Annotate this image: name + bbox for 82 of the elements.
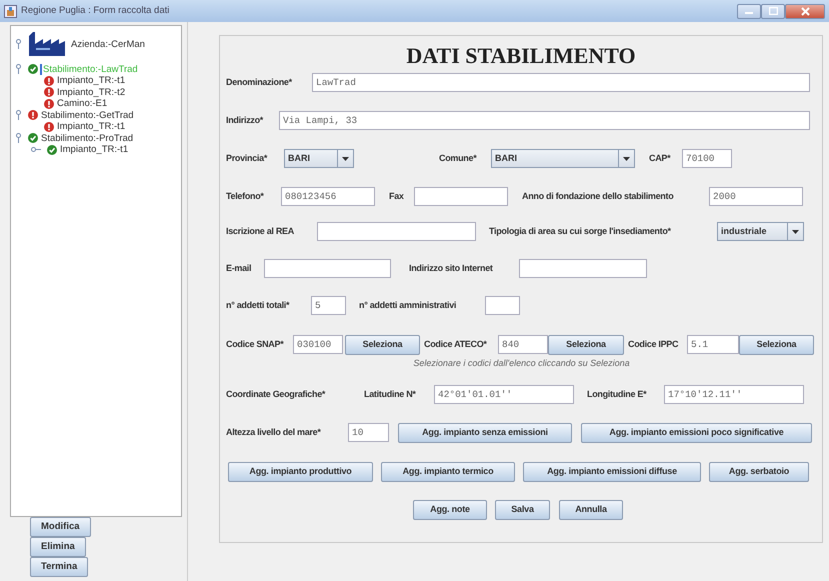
app-icon [4,4,17,18]
field-label: Codice IPPC [628,338,680,351]
field-label: Latitudine N* [364,388,417,401]
button[interactable]: Agg. impianto termico [381,462,515,482]
field-label: Comune* [439,152,478,165]
close-icon [800,6,810,16]
side-button[interactable]: Termina [30,557,88,577]
tree-item[interactable]: Stabilimento:-GetTrad [40,110,135,120]
input-field[interactable]: 5.1 [687,335,739,354]
tree-item[interactable]: Impianto_TR:-t1 [56,121,126,132]
input-field[interactable] [485,296,520,315]
button[interactable]: Agg. serbatoio [709,462,809,482]
close-button[interactable] [785,4,825,18]
tree-handle-icon[interactable] [15,110,22,120]
button[interactable]: Agg. impianto emissioni diffuse [523,462,701,482]
button[interactable]: Agg. impianto senza emissioni [398,422,572,442]
tree-handle-icon[interactable] [15,133,22,143]
input-field[interactable] [414,187,508,206]
field-label: Indirizzo sito Internet [409,262,494,275]
button[interactable]: Annulla [559,500,623,520]
maximize-button[interactable] [761,4,785,18]
tree-item[interactable]: Impianto_TR:-t2 [56,86,126,98]
input-field[interactable]: 030100 [293,335,343,354]
input-field[interactable]: 10 [348,423,389,442]
caret-icon [792,230,799,234]
input-field[interactable]: 080123456 [281,187,375,206]
tree-item[interactable]: Azienda:-CerMan [70,38,146,50]
button[interactable]: Agg. note [413,500,487,520]
side-button[interactable]: Elimina [30,537,86,557]
dropdown[interactable]: BARI [491,149,635,168]
input-field[interactable]: 17°10'12.11'' [664,385,804,404]
field-label: n° addetti amministrativi [359,298,458,312]
button[interactable]: Salva [495,500,550,520]
field-label: Provincia* [226,152,268,165]
button[interactable]: Seleziona [345,334,420,354]
field-label: Indirizzo* [226,114,264,127]
dropdown[interactable]: BARI [284,149,354,168]
input-field[interactable]: LawTrad [312,73,810,92]
field-label: Iscrizione al REA [226,224,295,238]
tree-handle-icon[interactable] [31,146,41,153]
button[interactable]: Agg. impianto emissioni poco significative [581,422,812,442]
input-field[interactable] [519,259,647,278]
tree-handle-icon[interactable] [15,64,22,74]
caret-icon [342,156,349,160]
field-label: n° addetti totali* [226,298,290,312]
form-title: DATI STABILIMENTO [406,43,636,68]
tree-handle-icon[interactable] [15,39,22,49]
minimize-button[interactable] [737,4,761,18]
hint-text: Selezionare i codici dall'elenco cliccando su Seleziona [413,358,630,368]
factory-icon [28,32,66,56]
dropdown[interactable]: industriale [717,222,804,241]
input-field[interactable]: Via Lampi, 33 [279,111,810,130]
field-label: Longitudine E* [587,388,648,401]
field-label: E-mail [226,262,252,275]
field-label: Altezza livello del mare* [226,426,322,439]
tree-item[interactable]: Stabilimento:-ProTrad [40,132,134,144]
tree-item[interactable]: Impianto_TR:-t1 [59,144,130,155]
button[interactable]: Seleziona [548,334,624,354]
input-field[interactable]: 70100 [682,149,732,168]
caret-icon [623,156,630,160]
side-button[interactable]: Modifica [30,517,91,537]
input-field[interactable]: 2000 [709,187,803,206]
input-field[interactable]: 42°01'01.01'' [434,385,574,404]
field-label: Telefono* [226,190,265,203]
field-label: Tipologia di area su cui sorge l'insediamento* [489,224,672,238]
input-field[interactable] [317,222,476,241]
window-title: Regione Puglia : Form raccolta dati [21,4,170,18]
button[interactable]: Agg. impianto produttivo [228,462,373,482]
field-label: Coordinate Geografiche* [226,388,326,401]
field-label: CAP* [649,152,672,165]
input-field[interactable]: 5 [311,296,346,315]
field-label: Fax [389,190,405,203]
maximize-icon [768,7,778,15]
tree-item[interactable]: Camino:-E1 [56,98,108,109]
tree-item[interactable]: Impianto_TR:-t1 [56,75,126,86]
field-label: Codice ATECO* [424,338,488,351]
button[interactable]: Seleziona [739,334,814,354]
field-label: Codice SNAP* [226,338,285,351]
field-label: Anno di fondazione dello stabilimento [522,190,674,203]
input-field[interactable]: 840 [498,335,548,354]
input-field[interactable] [264,259,391,278]
field-label: Denominazione* [226,76,293,89]
